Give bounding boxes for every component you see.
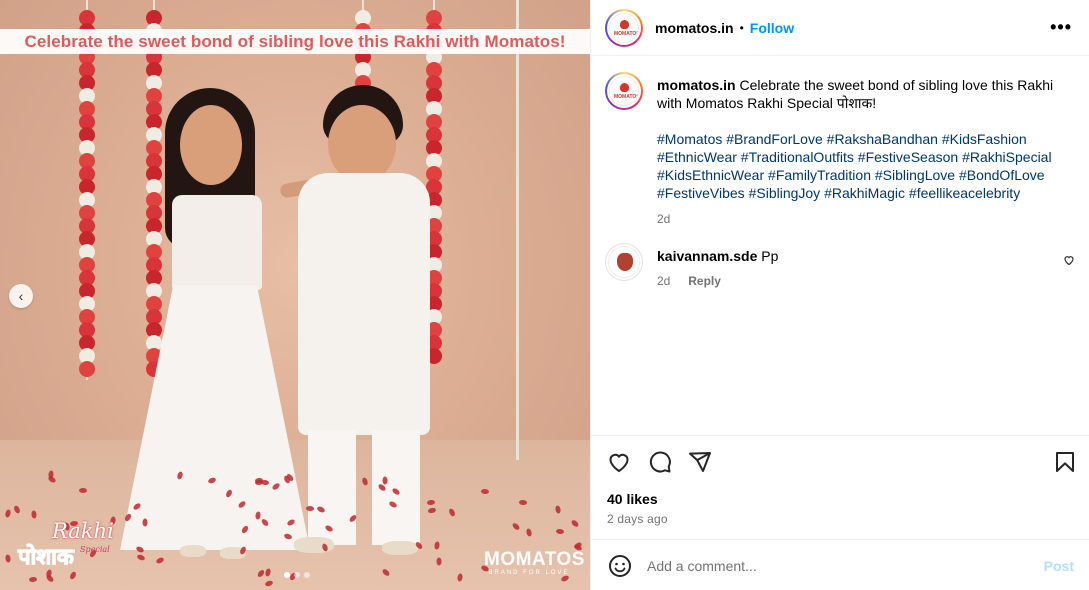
carousel-dot[interactable]	[284, 572, 290, 578]
carousel-dots	[284, 572, 310, 578]
likes-count[interactable]: 40 likes	[607, 491, 658, 507]
comment-item: kaivannam.sde Pp 2d Reply	[657, 248, 778, 288]
brand-name: MOMATOS	[484, 549, 585, 570]
post-banner: Celebrate the sweet bond of sibling love…	[0, 29, 590, 54]
rakhi-logo-line2: पोशाक	[18, 544, 75, 571]
caption-username[interactable]: momatos.in	[657, 77, 736, 93]
rose-petal	[436, 557, 442, 566]
hashtag[interactable]: #FamilyTradition	[768, 167, 871, 183]
brand-tagline: BRAND FOR LOVE	[488, 570, 570, 576]
hashtag[interactable]: #SiblingLove	[875, 167, 955, 183]
hashtag[interactable]: #Momatos	[657, 131, 722, 147]
garland-flower	[79, 361, 95, 377]
post-side-panel: MOMATOS momatos.in • Follow ••• MOMATOS …	[590, 0, 1089, 590]
hashtag[interactable]: #feellikeacelebrity	[909, 185, 1020, 201]
comment-bar: Post	[591, 539, 1089, 590]
hashtag[interactable]: #RakshaBandhan	[827, 131, 938, 147]
carousel-prev-button[interactable]: ‹	[9, 284, 33, 308]
hashtag[interactable]: #BondOfLove	[959, 167, 1045, 183]
commenter-avatar[interactable]	[605, 243, 643, 281]
commenter-username[interactable]: kaivannam.sde	[657, 248, 757, 264]
post-actions: 40 likes 2 days ago	[591, 435, 1089, 539]
author-username[interactable]: momatos.in	[655, 20, 734, 36]
hashtag[interactable]: #BrandForLove	[726, 131, 823, 147]
flower-garland	[78, 0, 96, 380]
momatos-watermark: MOMATOS BRAND FOR LOVE	[484, 549, 585, 576]
hashtag[interactable]: #EthnicWear	[657, 149, 737, 165]
hashtag[interactable]: #FestiveVibes	[657, 185, 745, 201]
comment-text: Pp	[761, 248, 779, 264]
hashtag[interactable]: #SiblingJoy	[749, 185, 821, 201]
heart-icon[interactable]	[607, 450, 631, 474]
carousel-dot[interactable]	[304, 572, 310, 578]
rakhi-logo-line1: Rakhi	[52, 519, 114, 543]
boy-figure	[290, 85, 450, 565]
hashtag[interactable]: #KidsEthnicWear	[657, 167, 764, 183]
comment-time[interactable]: 2d	[657, 274, 670, 288]
emoji-icon[interactable]	[608, 554, 632, 578]
hashtag[interactable]: #TraditionalOutfits	[741, 149, 854, 165]
comment-icon[interactable]	[648, 450, 672, 474]
hashtag[interactable]: #FestiveSeason	[858, 149, 958, 165]
rakhi-logo-line3: Special	[80, 545, 110, 554]
hashtag[interactable]: #RakhiMagic	[824, 185, 905, 201]
comment-like-icon[interactable]	[1063, 254, 1075, 266]
post-media[interactable]: Celebrate the sweet bond of sibling love…	[0, 0, 590, 590]
bookmark-icon[interactable]	[1053, 450, 1077, 474]
post-timestamp[interactable]: 2 days ago	[607, 512, 668, 526]
author-avatar[interactable]: MOMATOS	[605, 9, 643, 47]
caption-time[interactable]: 2d	[657, 210, 1067, 228]
girl-figure	[110, 85, 336, 565]
rose-petal	[79, 488, 87, 493]
hashtag[interactable]: #RakhiSpecial	[962, 149, 1052, 165]
more-options-icon[interactable]: •••	[1050, 17, 1072, 38]
post-caption: momatos.in Celebrate the sweet bond of s…	[657, 76, 1067, 228]
reply-button[interactable]: Reply	[688, 274, 721, 288]
carousel-dot[interactable]	[294, 572, 300, 578]
comment-input[interactable]	[647, 554, 1027, 578]
rakhi-special-logo: Rakhi पोशाक Special	[16, 517, 114, 573]
follow-button[interactable]: Follow	[750, 20, 794, 36]
post-header: MOMATOS momatos.in • Follow •••	[591, 0, 1089, 56]
hashtag-list: #Momatos #BrandForLove #RakshaBandhan #K…	[657, 130, 1067, 202]
post-comment-button[interactable]: Post	[1044, 558, 1074, 574]
caption-avatar[interactable]: MOMATOS	[605, 72, 643, 110]
white-strand	[508, 0, 526, 460]
banner-text: Celebrate the sweet bond of sibling love…	[24, 31, 566, 51]
hashtag[interactable]: #KidsFashion	[942, 131, 1027, 147]
share-icon[interactable]	[688, 450, 712, 474]
chevron-left-icon: ‹	[18, 288, 24, 304]
rose-petal	[305, 505, 315, 512]
rose-petal	[382, 476, 388, 485]
header-separator: •	[739, 21, 744, 35]
